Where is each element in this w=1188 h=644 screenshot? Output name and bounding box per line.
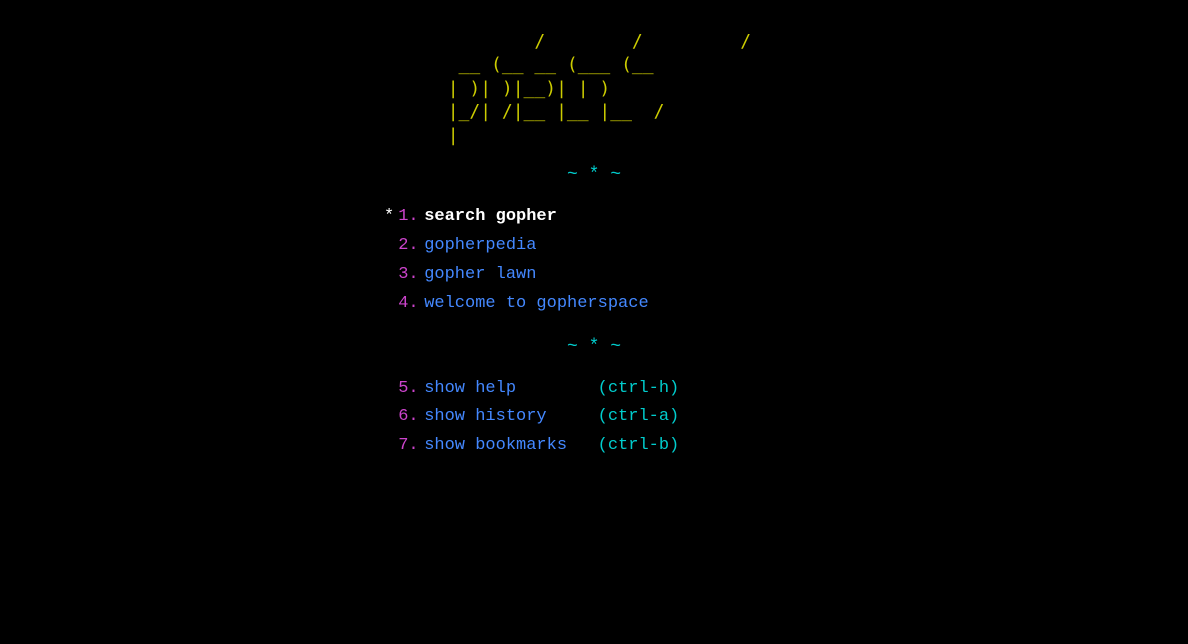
label-1[interactable]: search gopher bbox=[424, 203, 557, 232]
num-2: 2. bbox=[398, 232, 424, 261]
menu-group-1: * 1. search gopher 2. gopherpedia 3. gop… bbox=[384, 203, 804, 319]
label-6[interactable]: show history bbox=[424, 403, 597, 432]
menu-item-5[interactable]: 5. show help (ctrl-h) bbox=[384, 375, 679, 404]
num-7: 7. bbox=[398, 432, 424, 461]
menu-group-2: 5. show help (ctrl-h) 6. show history (c… bbox=[384, 375, 804, 462]
cursor-4 bbox=[384, 290, 394, 319]
cursor-3 bbox=[384, 261, 394, 290]
shortcut-5: (ctrl-h) bbox=[598, 375, 680, 404]
menu-item-6[interactable]: 6. show history (ctrl-a) bbox=[384, 403, 679, 432]
num-3: 3. bbox=[398, 261, 424, 290]
menu-item-3[interactable]: 3. gopher lawn bbox=[384, 261, 536, 290]
cursor-1: * bbox=[384, 203, 394, 232]
num-5: 5. bbox=[398, 375, 424, 404]
cursor-5 bbox=[384, 375, 394, 404]
label-5[interactable]: show help bbox=[424, 375, 597, 404]
num-4: 4. bbox=[398, 290, 424, 319]
num-6: 6. bbox=[398, 403, 424, 432]
menu-item-7[interactable]: 7. show bookmarks (ctrl-b) bbox=[384, 432, 679, 461]
divider-top: ~ * ~ bbox=[567, 165, 621, 185]
menu-item-2[interactable]: 2. gopherpedia bbox=[384, 232, 536, 261]
divider-bottom: ~ * ~ bbox=[567, 337, 621, 357]
num-1: 1. bbox=[398, 203, 424, 232]
cursor-6 bbox=[384, 403, 394, 432]
shortcut-6: (ctrl-a) bbox=[598, 403, 680, 432]
main-container: / / / __ (__ __ (___ (__ | )| )|__)| | )… bbox=[0, 20, 1188, 461]
ascii-logo: / / / __ (__ __ (___ (__ | )| )|__)| | )… bbox=[437, 30, 751, 147]
cursor-2 bbox=[384, 232, 394, 261]
label-3[interactable]: gopher lawn bbox=[424, 261, 536, 290]
cursor-7 bbox=[384, 432, 394, 461]
label-2[interactable]: gopherpedia bbox=[424, 232, 536, 261]
label-7[interactable]: show bookmarks bbox=[424, 432, 597, 461]
label-4[interactable]: welcome to gopherspace bbox=[424, 290, 648, 319]
shortcut-7: (ctrl-b) bbox=[598, 432, 680, 461]
menu-item-1[interactable]: * 1. search gopher bbox=[384, 203, 557, 232]
menu-item-4[interactable]: 4. welcome to gopherspace bbox=[384, 290, 649, 319]
